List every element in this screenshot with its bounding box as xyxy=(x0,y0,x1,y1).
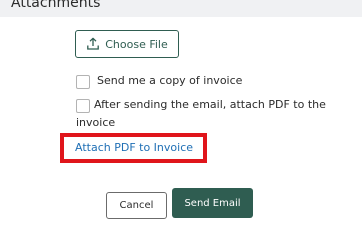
upload-icon xyxy=(87,37,100,50)
choose-file-label: Choose File xyxy=(105,37,168,51)
choose-file-button[interactable]: Choose File xyxy=(75,30,179,58)
send-copy-label: Send me a copy of invoice xyxy=(97,74,243,87)
section-header: Attachments xyxy=(0,0,362,17)
cancel-button[interactable]: Cancel xyxy=(106,192,167,219)
attachments-panel: Attachments Choose File Send me a copy o… xyxy=(0,0,362,226)
attach-after-send-label-line1: After sending the email, attach PDF to t… xyxy=(94,98,326,111)
send-email-button[interactable]: Send Email xyxy=(172,188,253,218)
send-copy-checkbox[interactable] xyxy=(76,75,90,89)
attach-after-send-checkbox[interactable] xyxy=(76,99,90,113)
attach-pdf-link[interactable]: Attach PDF to Invoice xyxy=(75,140,193,156)
attach-after-send-label-line2: invoice xyxy=(76,116,116,129)
section-title: Attachments xyxy=(11,0,101,11)
